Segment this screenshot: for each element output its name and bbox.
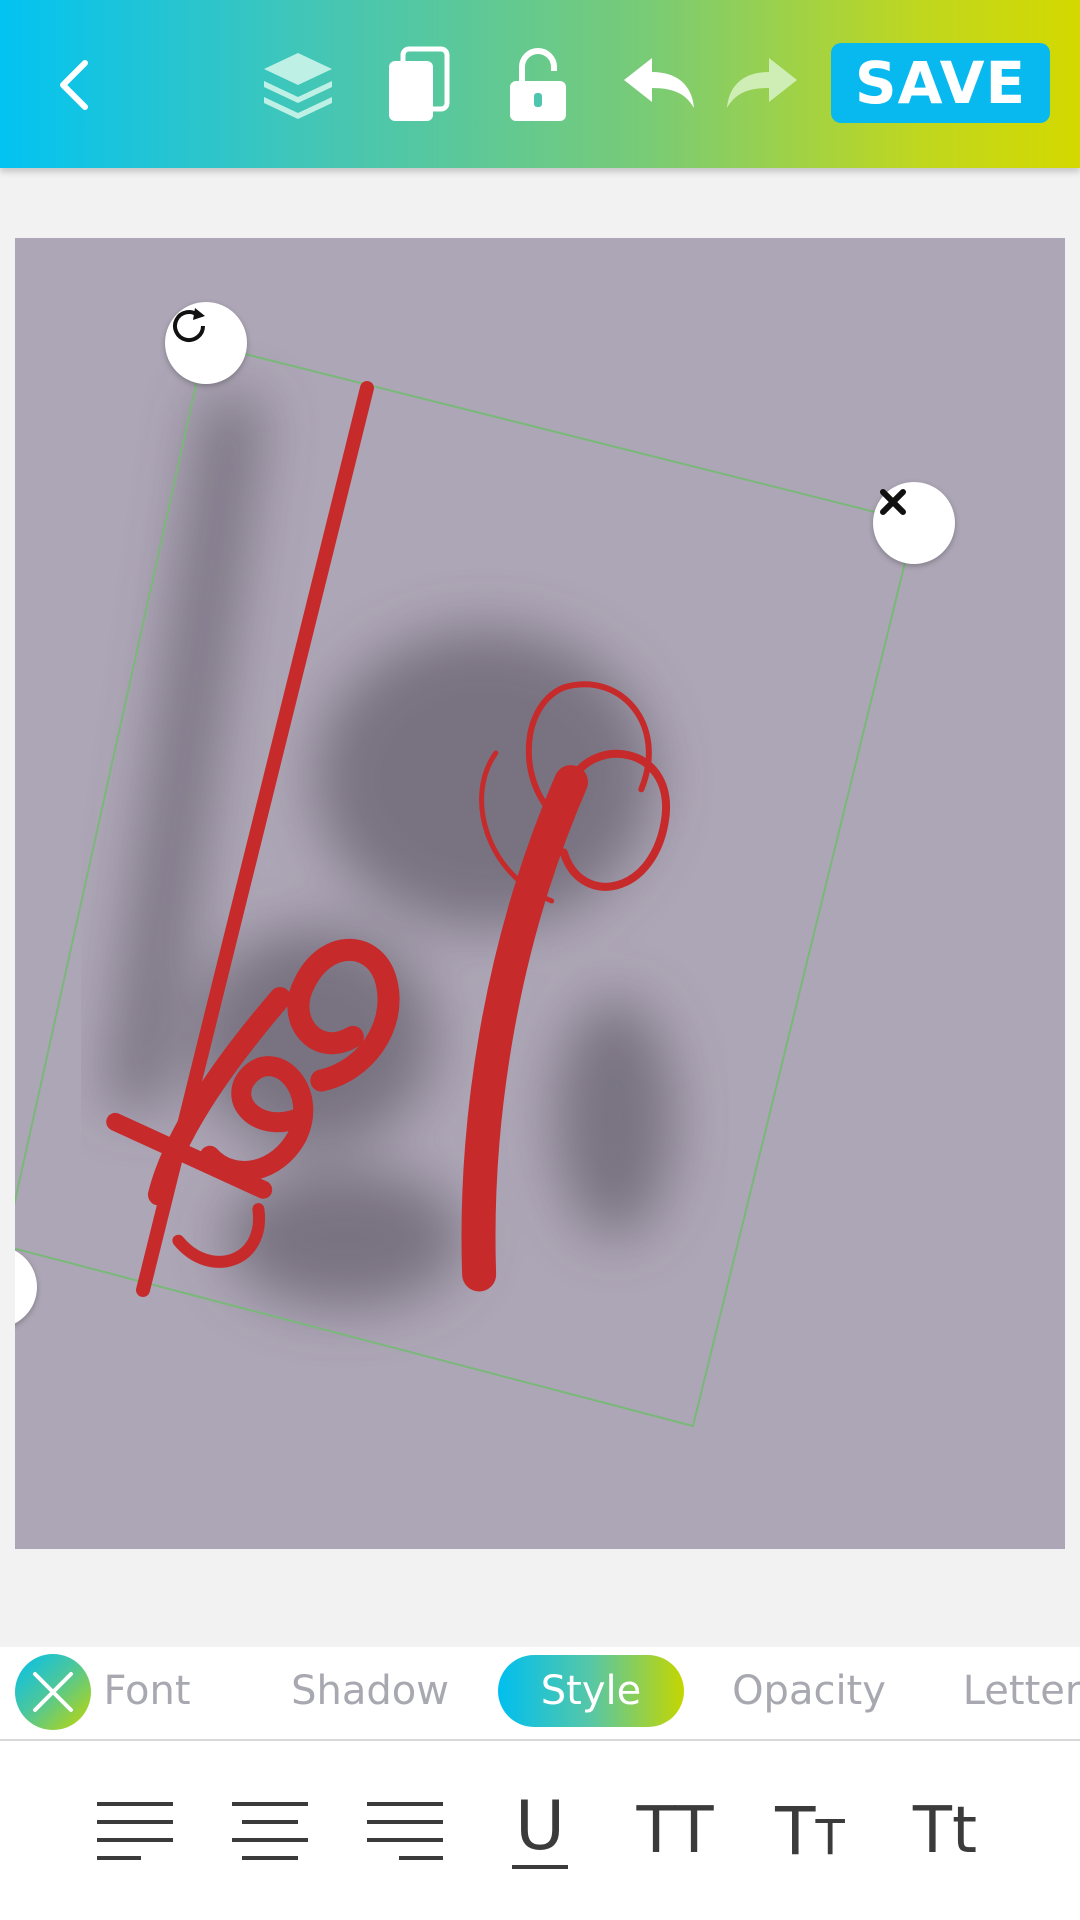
align-left-icon [97, 1802, 173, 1860]
style-options-bar: U TT TT Tt [0, 1741, 1080, 1920]
align-left-button[interactable] [80, 1781, 190, 1881]
align-right-icon [367, 1802, 443, 1860]
layers-icon[interactable] [253, 40, 343, 130]
title-case-button[interactable]: Tt [890, 1781, 1000, 1881]
text-layer-artwork[interactable] [15, 238, 1065, 1549]
underline-rule [512, 1865, 568, 1869]
small-caps-button[interactable]: TT [755, 1781, 865, 1881]
close-icon [33, 1672, 73, 1712]
align-center-icon [232, 1802, 308, 1860]
tab-shadow[interactable]: Shadow [280, 1655, 460, 1727]
duplicate-icon[interactable] [373, 40, 463, 130]
tab-letter[interactable]: Letter [952, 1655, 1080, 1727]
top-toolbar: SAVE [0, 0, 1080, 168]
design-canvas[interactable] [15, 238, 1065, 1549]
text-edit-tabs: Font Shadow Style Opacity Letter [0, 1647, 1080, 1741]
delete-layer-handle[interactable] [873, 482, 955, 564]
rotate-icon [173, 308, 205, 342]
tab-opacity[interactable]: Opacity [724, 1655, 894, 1727]
align-right-button[interactable] [350, 1781, 460, 1881]
small-caps-glyph: T [775, 1792, 816, 1870]
back-arrow-icon[interactable] [30, 40, 120, 130]
tab-font[interactable]: Font [92, 1655, 202, 1727]
underline-button[interactable]: U [485, 1781, 595, 1881]
undo-icon[interactable] [613, 40, 703, 130]
underline-glyph: U [515, 1787, 565, 1866]
unlock-icon[interactable] [493, 40, 583, 130]
all-caps-button[interactable]: TT [620, 1781, 730, 1881]
small-caps-glyph-small: T [815, 1810, 845, 1866]
save-button[interactable]: SAVE [831, 43, 1050, 123]
align-center-button[interactable] [215, 1781, 325, 1881]
rotate-handle[interactable] [165, 302, 247, 384]
close-icon [880, 489, 906, 515]
redo-icon[interactable] [718, 40, 808, 130]
tab-style[interactable]: Style [498, 1655, 684, 1727]
close-editor-button[interactable] [15, 1654, 91, 1730]
